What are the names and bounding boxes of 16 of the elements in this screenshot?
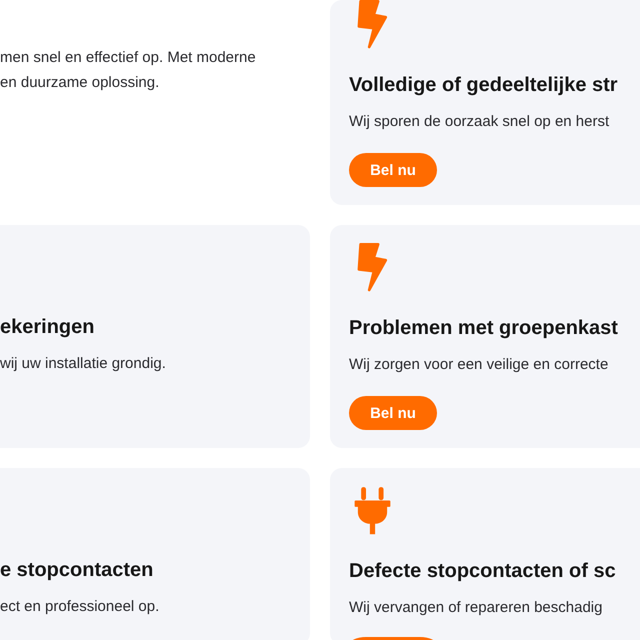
card-title: Defecte stopcontacten of sc bbox=[349, 559, 616, 584]
card-description: ect en professioneel op. bbox=[0, 597, 160, 617]
card-description: Wij sporen de oorzaak snel op en herst bbox=[349, 112, 610, 132]
card-title: e stopcontacten bbox=[0, 558, 154, 583]
card-description: men snel en effectief op. Met moderne en duurzame oplossing. bbox=[0, 48, 256, 93]
card-title: Problemen met groepenkast bbox=[349, 316, 618, 341]
card-description: Wij zorgen voor een veilige en correcte bbox=[349, 355, 608, 375]
card-description: Wij vervangen of repareren beschadig bbox=[349, 598, 602, 618]
lightning-bolt-icon bbox=[357, 243, 388, 292]
plug-icon bbox=[354, 486, 391, 535]
card-description: wij uw installatie grondig. bbox=[0, 354, 166, 374]
card-title: Volledige of gedeeltelijke str bbox=[349, 73, 618, 98]
card-title: ekeringen bbox=[0, 315, 94, 340]
call-button[interactable]: Bel nu bbox=[349, 396, 437, 430]
lightning-bolt-icon bbox=[357, 0, 388, 49]
call-button[interactable]: Bel nu bbox=[349, 153, 437, 187]
